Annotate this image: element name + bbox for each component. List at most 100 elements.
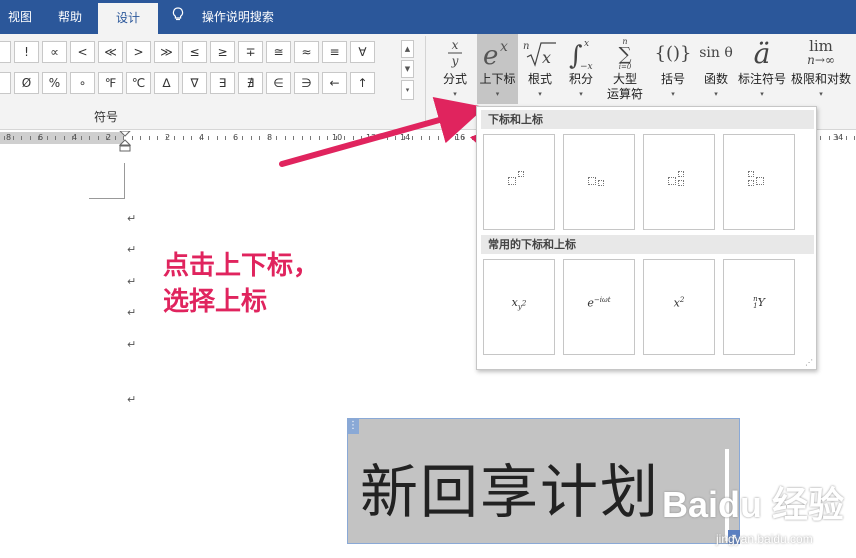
symbol-button[interactable]: ∇ — [182, 72, 207, 94]
script-button[interactable]: ex 上下标 ▾ — [477, 34, 518, 104]
symbol-button[interactable]: ≤ — [182, 41, 207, 63]
symbol-button[interactable]: ≅ — [266, 41, 291, 63]
paragraph-mark[interactable]: ↵ — [127, 306, 136, 319]
symbol-button[interactable]: ∃ — [210, 72, 235, 94]
svg-text:e: e — [483, 41, 498, 69]
symbol-button[interactable]: ∀ — [350, 41, 375, 63]
ruler-tick — [234, 136, 235, 140]
ruler-tick — [242, 136, 243, 140]
script-icon: ex — [477, 36, 518, 70]
left-subscript-superscript-template[interactable] — [723, 134, 795, 230]
symbol-button[interactable]: Ø — [14, 72, 39, 94]
ruler-tick — [259, 136, 260, 140]
symbol-button[interactable]: ≥ — [210, 41, 235, 63]
symbol-button[interactable]: ≈ — [294, 41, 319, 63]
ruler-tick — [829, 136, 830, 140]
ruler-tick — [310, 136, 311, 140]
ruler-tick — [854, 136, 855, 140]
lightbulb-icon — [172, 1, 186, 35]
gallery-scroll-down[interactable]: ▼ — [401, 60, 414, 78]
common-script-x-sub-y2[interactable]: xy2 — [483, 259, 555, 355]
ruler-number: 14 — [400, 133, 411, 142]
symbol-button[interactable]: ← — [322, 72, 347, 94]
ruler-tick — [13, 136, 14, 140]
ruler-tick — [140, 136, 141, 140]
tab-design[interactable]: 设计 — [98, 3, 158, 34]
ruler-tick — [47, 136, 48, 140]
ruler-tick — [38, 136, 39, 140]
subscript-superscript-template[interactable] — [643, 134, 715, 230]
accent-button[interactable]: ä 标注符号 ▾ — [738, 34, 786, 104]
paragraph-mark[interactable]: ↵ — [127, 212, 136, 225]
symbol-button[interactable]: ∓ — [238, 41, 263, 63]
panel-resize-grip[interactable]: ⋰ — [805, 358, 813, 367]
ruler-tick — [387, 136, 388, 140]
paragraph-mark[interactable]: ↵ — [127, 393, 136, 406]
fraction-icon: xy — [438, 36, 472, 70]
subscript-template[interactable] — [563, 134, 635, 230]
ruler-tick — [353, 136, 354, 140]
paragraph-mark[interactable]: ↵ — [127, 275, 136, 288]
paragraph-mark[interactable]: ↵ — [127, 338, 136, 351]
superscript-template[interactable] — [483, 134, 555, 230]
symbol-button[interactable]: ≡ — [322, 41, 347, 63]
annotation-line-1: 点击上下标， — [163, 251, 320, 281]
symbols-group-label: 符号 — [94, 110, 119, 124]
svg-text:x: x — [452, 38, 459, 52]
symbol-button[interactable]: ∆ — [154, 72, 179, 94]
symbol-button[interactable]: ↑ — [350, 72, 375, 94]
symbol-button[interactable]: ℃ — [126, 72, 151, 94]
bracket-button[interactable]: {()} 括号 ▾ — [653, 34, 693, 104]
symbol-button[interactable]: < — [70, 41, 95, 63]
symbol-button[interactable]: ∈ — [266, 72, 291, 94]
ribbon-tab-bar: 视图 帮助 设计 操作说明搜索 — [0, 0, 856, 34]
common-script-x-sup-2[interactable]: x2 — [643, 259, 715, 355]
ruler-tick — [370, 136, 371, 140]
ruler-tick — [183, 136, 184, 140]
radical-button[interactable]: nx 根式 ▾ — [522, 34, 558, 104]
indent-marker-icon[interactable] — [119, 131, 131, 155]
gallery-more-button[interactable]: ▾ — [401, 80, 414, 100]
equation-handle[interactable]: ⋮ — [347, 418, 359, 434]
gallery-scroll-up[interactable]: ▲ — [401, 40, 414, 58]
svg-text:y: y — [451, 54, 459, 68]
ruler-tick — [463, 136, 464, 140]
symbol-button[interactable]: ≫ — [154, 41, 179, 63]
ruler-tick — [208, 136, 209, 140]
tab-help[interactable]: 帮助 — [58, 0, 82, 34]
ruler-tick — [72, 136, 73, 140]
ruler-number: 12 — [366, 133, 377, 142]
symbol-button[interactable]: ℉ — [98, 72, 123, 94]
accent-icon: ä — [753, 36, 771, 70]
symbol-button[interactable]: ∘ — [70, 72, 95, 94]
symbol-button[interactable]: · — [0, 72, 11, 94]
integral-button[interactable]: ∫ x −x 积分 ▾ — [563, 34, 599, 104]
common-script-prescript-y[interactable]: n 1Y — [723, 259, 795, 355]
ribbon-separator — [425, 36, 426, 124]
tab-view[interactable]: 视图 — [8, 0, 32, 34]
symbol-button[interactable]: > — [126, 41, 151, 63]
large-operator-button[interactable]: n ∑ i=0 大型 运算符 ▾ — [604, 34, 646, 104]
symbol-button[interactable]: ∝ — [42, 41, 67, 63]
symbol-button[interactable]: ≪ — [98, 41, 123, 63]
svg-text:n: n — [523, 41, 529, 52]
limit-log-button[interactable]: lim n→∞ 极限和对数 ▾ — [791, 34, 851, 104]
symbol-button[interactable]: ! — [14, 41, 39, 63]
ruler-tick — [132, 136, 133, 140]
paragraph-mark[interactable]: ↵ — [127, 243, 136, 256]
ruler-tick — [89, 136, 90, 140]
fraction-button[interactable]: xy 分式 ▾ — [438, 34, 472, 104]
ruler-tick — [412, 136, 413, 140]
function-button[interactable]: sin θ 函数 ▾ — [697, 34, 735, 104]
symbol-button[interactable]: · — [0, 41, 11, 63]
symbol-button[interactable]: ∄ — [238, 72, 263, 94]
symbol-button[interactable]: % — [42, 72, 67, 94]
common-script-e-sup[interactable]: e−iωt — [563, 259, 635, 355]
ruler-tick — [820, 136, 821, 140]
symbol-button[interactable]: ∋ — [294, 72, 319, 94]
equation-text[interactable]: 新回享计划 — [360, 445, 660, 529]
ruler-tick — [276, 136, 277, 140]
tell-me-search[interactable]: 操作说明搜索 — [172, 0, 274, 34]
ruler-tick — [55, 136, 56, 140]
function-icon: sin θ — [699, 45, 733, 61]
